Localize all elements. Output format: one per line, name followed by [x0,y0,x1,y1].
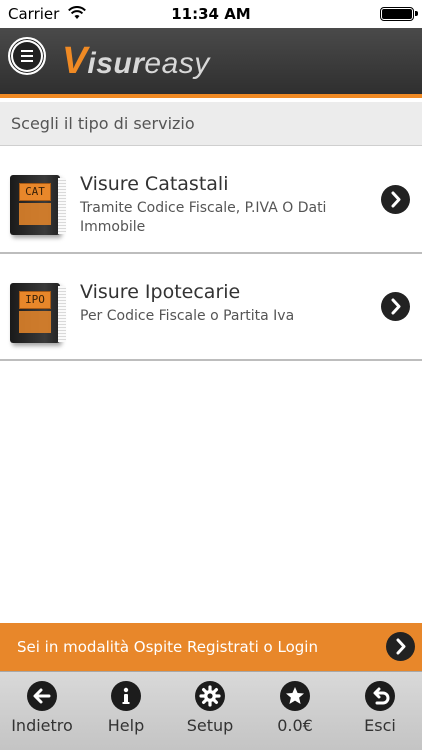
tab-help[interactable]: Help [84,672,168,750]
chevron-right-icon[interactable] [386,632,415,661]
section-header: Scegli il tipo di servizio [0,102,422,146]
chevron-right-icon[interactable] [381,185,410,214]
service-title: Visure Ipotecarie [80,281,241,303]
book-label-ipo: IPO [19,291,51,309]
service-visure-catastali[interactable]: CAT Visure Catastali Tramite Codice Fisc… [0,147,422,254]
service-subtitle: Per Codice Fiscale o Partita Iva [80,308,295,324]
menu-button[interactable] [8,37,46,75]
tab-label: Esci [364,716,396,735]
logo-easy: easy [144,47,210,80]
battery-icon [380,7,418,21]
book-label-cat: CAT [19,183,51,201]
service-title: Visure Catastali [80,173,229,195]
tab-label: Help [107,716,145,735]
bottom-tab-bar: Indietro Help Setup 0.0€ Esci [0,671,422,750]
tab-label: Setup [186,716,234,735]
tab-label: 0.0€ [277,716,313,735]
star-icon [280,681,310,711]
register-book-icon: IPO [10,283,66,345]
logo-isur: isur [87,47,145,80]
info-icon [111,681,141,711]
register-book-icon: CAT [10,175,66,237]
tab-label: Indietro [11,716,73,735]
gear-icon [195,681,225,711]
guest-mode-text: Sei in modalità Ospite Registrati o Logi… [17,638,318,656]
section-title: Scegli il tipo di servizio [11,114,195,133]
clock: 11:34 AM [171,5,251,23]
tab-esci[interactable]: Esci [338,672,422,750]
undo-icon [365,681,395,711]
app-header: V isur easy [0,28,422,98]
tab-indietro[interactable]: Indietro [0,672,84,750]
chevron-right-icon[interactable] [381,292,410,321]
tab-setup[interactable]: Setup [168,672,252,750]
logo-letter-v: V [62,40,88,82]
visureasy-logo: V isur easy [62,40,210,84]
guest-mode-bar[interactable]: Sei in modalità Ospite Registrati o Logi… [0,623,422,671]
hamburger-icon [13,42,41,70]
back-arrow-icon [27,681,57,711]
status-bar: Carrier 11:34 AM [0,0,422,28]
service-subtitle: Tramite Codice Fiscale, P.IVA O Dati Imm… [80,200,327,235]
tab-credit[interactable]: 0.0€ [253,672,337,750]
service-visure-ipotecarie[interactable]: IPO Visure Ipotecarie Per Codice Fiscale… [0,255,422,361]
